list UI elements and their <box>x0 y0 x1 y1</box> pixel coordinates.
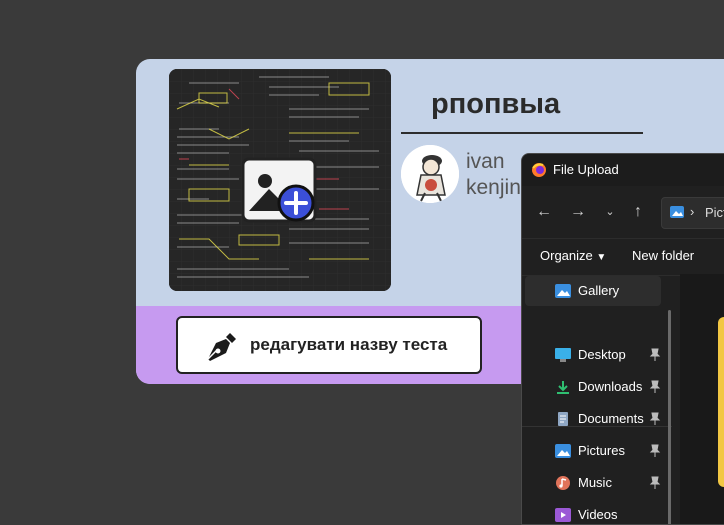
desktop-icon <box>555 348 571 362</box>
nav-item-label: Downloads <box>578 379 643 394</box>
downloads-icon <box>557 381 569 394</box>
edit-quiz-title-button[interactable]: редагувати назву теста <box>176 316 482 374</box>
file-upload-dialog: File Upload ← → ⌄ ↑ › Pict Organize ▼ Ne… <box>521 153 724 525</box>
pin-icon[interactable] <box>649 444 661 458</box>
edit-button-label: редагувати назву теста <box>250 335 448 354</box>
organize-menu[interactable]: Organize ▼ <box>540 248 606 263</box>
pin-icon[interactable] <box>649 380 661 394</box>
nav-item-label: Videos <box>578 507 618 522</box>
address-text: Pict <box>705 205 724 220</box>
dialog-toolbar: Organize ▼ New folder <box>522 238 724 276</box>
quiz-title-field[interactable]: рпопвыа <box>401 84 643 134</box>
nav-item-videos[interactable]: Videos <box>525 500 661 524</box>
nav-item-documents[interactable]: Documents <box>525 404 661 434</box>
nav-item-label: Music <box>578 475 612 490</box>
breadcrumb-chevron-icon: › <box>690 204 695 219</box>
nav-item-downloads[interactable]: Downloads <box>525 372 661 402</box>
author-last-name: kenjin <box>466 176 521 199</box>
nav-item-label: Pictures <box>578 443 625 458</box>
up-arrow-icon[interactable]: ↑ <box>626 200 650 224</box>
author-first-name: ivan <box>466 150 505 173</box>
dialog-nav-bar: ← → ⌄ ↑ › Pict <box>522 192 724 232</box>
pin-icon[interactable] <box>649 348 661 362</box>
folder-thumbnail[interactable] <box>718 317 724 487</box>
dialog-titlebar[interactable]: File Upload <box>522 154 724 186</box>
pen-nib-icon <box>207 333 236 361</box>
address-bar[interactable]: › Pict <box>661 197 724 229</box>
nav-item-gallery[interactable]: Gallery <box>525 276 661 306</box>
pin-icon[interactable] <box>649 412 661 426</box>
nav-item-label: Gallery <box>578 283 620 298</box>
music-icon <box>556 476 570 490</box>
nav-item-pictures[interactable]: Pictures <box>525 436 661 466</box>
pictures-icon <box>555 444 571 458</box>
firefox-icon <box>532 163 546 177</box>
author-avatar <box>401 145 459 203</box>
documents-icon <box>558 412 568 426</box>
chevron-down-icon: ▼ <box>596 252 607 263</box>
nav-item-music[interactable]: Music <box>525 468 661 498</box>
author-name: ivan kenjin <box>466 149 521 201</box>
videos-icon <box>555 508 571 522</box>
quiz-title: рпопвыа <box>431 88 561 120</box>
forward-arrow-icon[interactable]: → <box>566 200 590 224</box>
organize-label: Organize <box>540 248 593 263</box>
nav-item-label: Documents <box>578 411 644 426</box>
dialog-title: File Upload <box>553 162 619 177</box>
pin-icon[interactable] <box>649 476 661 490</box>
nav-item-label: Desktop <box>578 347 626 362</box>
add-image-icon[interactable] <box>237 157 315 223</box>
nav-item-desktop[interactable]: Desktop <box>525 340 661 370</box>
pictures-folder-icon <box>670 206 684 218</box>
recent-locations-chevron-icon[interactable]: ⌄ <box>598 200 622 224</box>
new-folder-button[interactable]: New folder <box>632 248 694 263</box>
navigation-pane: Gallery Desktop Downloads Documents Pict… <box>522 274 672 524</box>
gallery-icon <box>555 284 571 298</box>
back-arrow-icon[interactable]: ← <box>532 200 556 224</box>
quiz-cover-image[interactable] <box>169 69 391 291</box>
nav-pane-scrollbar[interactable] <box>668 310 671 524</box>
